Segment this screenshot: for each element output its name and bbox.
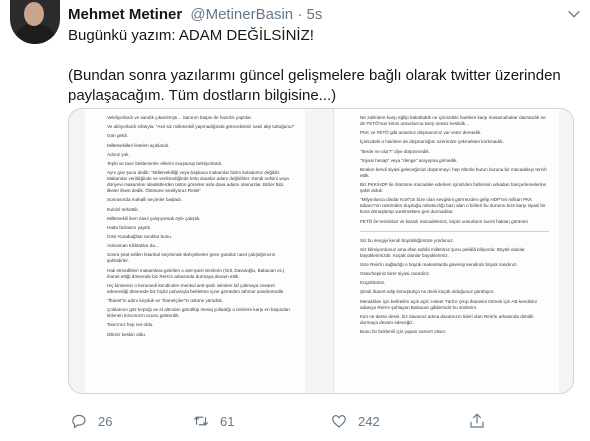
like-button[interactable]: 242 (330, 412, 380, 430)
right-paragraph: Ne zalimlere karşı eğilip bükülüdük ne i… (360, 115, 546, 126)
right-paragraph: Size Reis'in sağladığı o büyük makamlard… (360, 261, 518, 267)
share-button[interactable] (468, 412, 496, 430)
left-paragraph: Sonrasında mahalli seçimler başladı. (107, 197, 183, 203)
right-paragraph: Biz PKK/HDP ile ölümüne mücadele ederken… (360, 182, 547, 194)
reply-count: 26 (98, 413, 113, 429)
left-paragraph: Hiç kimsenin o keramedi kendinden menkul… (107, 282, 285, 294)
tweet-text-line1: Bugünkü yazım: ADAM DEĞİLSİNİZ! (68, 27, 314, 44)
right-paragraph: Bunu bir bekleniš için yapan namert olsu… (360, 329, 447, 334)
right-paragraph: Siz bilmiyordunuz ama irfan sahibi mille… (360, 246, 525, 258)
right-paragraph: Bırakın kendi siyasi geleceğimizi düşünm… (360, 166, 547, 178)
right-paragraph: İçimizdeki o hainlere de düşmanlığını üz… (360, 139, 504, 145)
tweet-media-image[interactable]: Vekiliyorlardı ve sandık çıkarılmıştı...… (68, 108, 574, 394)
chevron-down-icon[interactable] (566, 6, 582, 22)
left-paragraph: Adıvaman Kâhtalılar da... (107, 243, 159, 249)
left-paragraph: Sonra şirat edilen İstanbul seçiminde Ba… (107, 252, 276, 264)
right-paragraph: PKK ve FETÖ gibi amansız düşmanımız var … (360, 130, 482, 136)
left-paragraph: Aynı gün şunu dedik: "Milletvekilliği ve… (107, 170, 289, 194)
left-paragraph: Tepki ve tavır beklenenler ellerini ovuş… (107, 160, 223, 166)
share-icon (470, 413, 484, 428)
left-paragraph: Hak etmedikleri makamlara getirilen o an… (107, 267, 285, 279)
left-paragraph: Adınız yok. (107, 151, 130, 157)
right-paragraph: Meraklıları için belirtelim açık açık: H… (360, 298, 537, 310)
left-paragraph: "İhanet"in adını koyduk ve "ihanetçiler"… (107, 298, 224, 303)
right-paragraph: Küçüktünüz. (360, 280, 386, 286)
retweet-count: 61 (220, 413, 235, 429)
reply-button[interactable]: 26 (70, 412, 112, 430)
right-paragraph: "Siyasi hesap" veya "denge" arayışına gi… (360, 157, 458, 163)
retweet-button[interactable]: 61 (192, 412, 234, 430)
tweet-text-line2: (Bundan sonra yazılarımı güncel gelişmel… (68, 67, 561, 104)
right-paragraph: Şimdi ihanet edip konuştukça ne denli kü… (360, 289, 495, 295)
tweet-actions: 26 61 242 (68, 412, 568, 432)
right-paragraph: Siz bu sevgiyi kendi büyüklüğünüze yordu… (360, 237, 454, 243)
author-name[interactable]: Mehmet Metiner (68, 6, 182, 23)
avatar-coat (14, 24, 56, 44)
left-paragraph: Hatta fazlasını yaptık. (107, 224, 152, 230)
right-paragraph: Ossa'hepiniz birer siyasi cücedinz. (360, 271, 431, 277)
newspaper-right-page: Ne zalimlere karşı eğilip bükülüdük ne i… (333, 109, 559, 393)
reply-icon (72, 414, 86, 429)
like-icon (332, 415, 346, 428)
left-paragraph: Milletvekilleri listeleri açıklandı. (107, 142, 170, 148)
like-count: 242 (358, 413, 380, 429)
right-paragraph: Kim ne derse desin, biz davamız adına da… (360, 313, 534, 325)
separator-dot: · (297, 6, 303, 23)
left-paragraph: Evinizi terkettik. (107, 206, 139, 212)
avatar[interactable] (10, 0, 60, 44)
tweet-header: Mehmet Metiner @MetinerBasin · 5s (68, 6, 322, 23)
newspaper-left-page: Vekiliyorlardı ve sandık çıkarılmıştı...… (85, 109, 305, 393)
left-paragraph: Tavırımız hep net oldu. (107, 322, 154, 328)
retweet-icon (193, 416, 209, 426)
left-paragraph: Milletvekili iken nasıl çalışıyorsak öyl… (107, 215, 201, 221)
left-paragraph: Ve aklıyorlardı sıfatıyla: "Asıl siz mil… (107, 124, 295, 130)
left-paragraph: Vekiliyorlardı ve sandık çıkarılmıştı...… (107, 115, 253, 120)
left-paragraph: Çoklarının göz kırptığı ve el altından g… (107, 307, 290, 319)
left-paragraph: İzmir Karabağlılar tanıklar bunu. (107, 234, 173, 240)
left-paragraph: Dilimiz keskin oldu. (107, 331, 147, 337)
right-paragraph: FETÖ ile tesisinbiz ve kararlı mücadelem… (360, 218, 528, 224)
author-handle[interactable]: @MetinerBasin (190, 6, 293, 23)
page-divider (360, 230, 549, 232)
left-paragraph: Gün geldi. (107, 133, 128, 139)
right-paragraph: "Milyonlarca dindar Kürt"ün bize olan se… (360, 197, 546, 215)
tweet-time[interactable]: 5s (306, 6, 322, 23)
right-paragraph: "Iterde ne olur?" diye düşünmedik. (360, 148, 430, 154)
avatar-face (24, 2, 44, 26)
